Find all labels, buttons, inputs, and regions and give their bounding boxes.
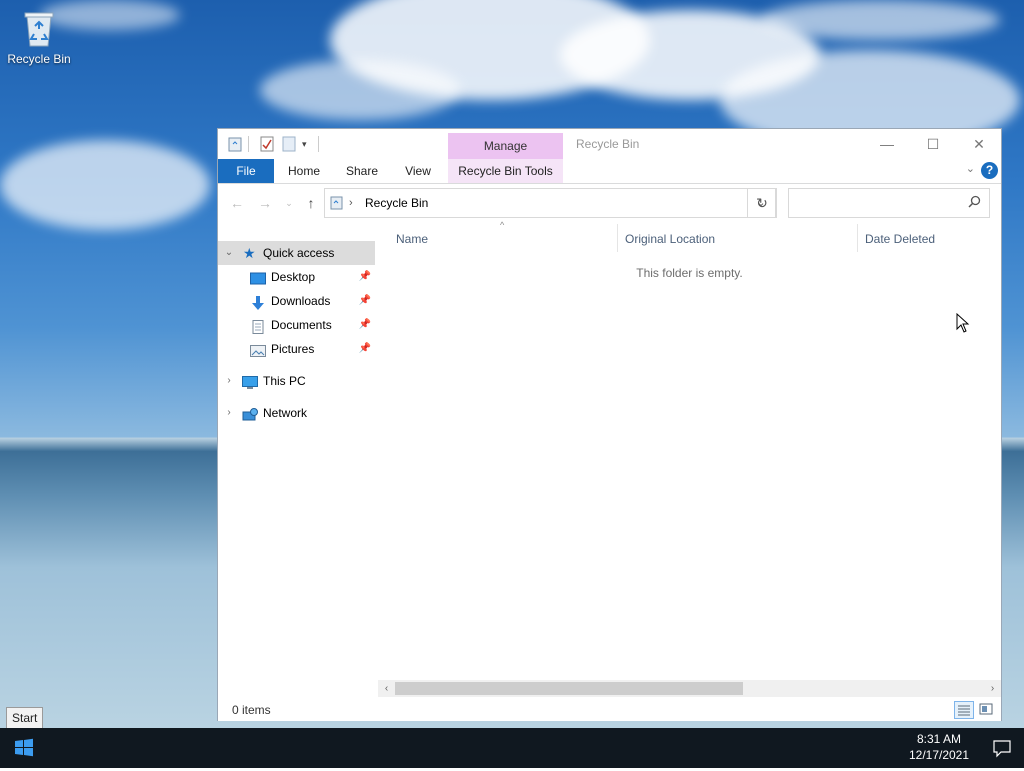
desktop-icon	[250, 270, 266, 285]
document-icon	[250, 318, 266, 334]
status-bar: 0 items	[218, 699, 1001, 721]
tab-home[interactable]: Home	[276, 159, 332, 183]
scroll-right-arrow-icon[interactable]: ›	[984, 680, 1001, 697]
nav-item-label: Documents	[271, 318, 332, 332]
empty-folder-message: This folder is empty.	[636, 266, 743, 280]
title-bar[interactable]: ▾ Manage Recycle Bin — ☐ ✕	[218, 129, 1001, 159]
recycle-bin-small-icon	[330, 196, 343, 213]
pictures-icon	[250, 342, 266, 357]
start-tooltip: Start	[6, 707, 44, 729]
large-icons-view-icon	[979, 703, 993, 715]
scroll-left-arrow-icon[interactable]: ‹	[378, 680, 395, 697]
column-divider[interactable]	[857, 224, 858, 252]
recycle-bin-icon	[22, 10, 56, 48]
desktop-icon-label: Recycle Bin	[7, 52, 71, 66]
properties-icon[interactable]	[260, 136, 274, 152]
breadcrumb-separator-icon[interactable]: ›	[349, 189, 353, 217]
download-arrow-icon	[250, 294, 266, 310]
maximize-button[interactable]: ☐	[910, 129, 956, 159]
windows-logo-icon	[15, 738, 33, 757]
nav-item-downloads[interactable]: Downloads 📌	[218, 289, 375, 313]
qat-customize-dropdown-icon[interactable]: ▾	[302, 136, 307, 152]
computer-icon	[242, 374, 258, 389]
action-center-icon	[993, 740, 1011, 758]
tab-share[interactable]: Share	[334, 159, 390, 183]
pin-icon[interactable]: 📌	[359, 265, 371, 289]
forward-button[interactable]: →	[256, 194, 274, 212]
star-icon: ★	[243, 245, 256, 261]
mouse-cursor-icon	[956, 312, 970, 336]
search-input[interactable]	[793, 193, 967, 215]
horizontal-scrollbar[interactable]: ‹ ›	[378, 680, 1001, 697]
nav-item-label: Network	[263, 406, 308, 420]
pin-icon[interactable]: 📌	[359, 289, 371, 313]
nav-item-label: Pictures	[271, 342, 315, 356]
clock-time: 8:31 AM	[916, 732, 962, 746]
new-folder-icon[interactable]	[282, 136, 296, 152]
refresh-button[interactable]: ↻	[747, 188, 777, 218]
taskbar: 8:31 AM 12/17/2021	[0, 728, 1024, 768]
help-icon[interactable]: ?	[981, 162, 998, 179]
notifications-button[interactable]	[980, 728, 1024, 768]
nav-item-label: Quick access	[263, 246, 335, 260]
start-button[interactable]	[0, 728, 48, 768]
chevron-down-icon[interactable]: ⌄	[222, 241, 236, 265]
tab-manage-context[interactable]: Manage	[448, 133, 563, 159]
desktop-icon-recycle-bin[interactable]: Recycle Bin	[6, 10, 72, 66]
nav-item-desktop[interactable]: Desktop 📌	[218, 265, 375, 289]
column-divider[interactable]	[617, 224, 618, 252]
nav-item-quick-access[interactable]: ⌄ ★ Quick access	[218, 241, 375, 265]
qat-divider	[318, 136, 319, 152]
tab-recycle-bin-tools[interactable]: Recycle Bin Tools	[448, 159, 563, 183]
pin-icon[interactable]: 📌	[359, 313, 371, 337]
nav-item-documents[interactable]: Documents 📌	[218, 313, 375, 337]
column-header-date-deleted[interactable]: Date Deleted	[865, 230, 995, 248]
window-title: Recycle Bin	[576, 137, 640, 151]
item-count: 0 items	[232, 703, 271, 717]
pin-icon[interactable]: 📌	[359, 337, 371, 361]
tab-view[interactable]: View	[390, 159, 446, 183]
file-list[interactable]: ^ Name Original Location Date Deleted Th…	[378, 220, 1001, 682]
address-bar[interactable]: › Recycle Bin ⌄	[324, 188, 776, 218]
details-view-icon	[958, 705, 970, 716]
recent-locations-icon[interactable]: ⌄	[280, 194, 298, 212]
recycle-bin-small-icon	[228, 136, 242, 152]
expand-ribbon-chevron-icon[interactable]: ⌄	[966, 162, 975, 175]
navigation-bar: ← → ⌄ ↑ › Recycle Bin ⌄ ↻	[218, 184, 1001, 222]
qat-divider	[248, 136, 249, 152]
nav-item-this-pc[interactable]: › This PC	[218, 369, 375, 393]
tab-file[interactable]: File	[218, 159, 274, 183]
close-button[interactable]: ✕	[956, 129, 1002, 159]
large-icons-view-button[interactable]	[977, 701, 997, 719]
search-box[interactable]	[788, 188, 990, 218]
nav-item-label: Desktop	[271, 270, 316, 284]
sort-ascending-icon: ^	[500, 220, 505, 230]
ribbon-tabs: File Home Share View Recycle Bin Tools ⌄…	[218, 159, 1001, 184]
nav-item-label: This PC	[263, 374, 306, 388]
breadcrumb-recycle-bin[interactable]: Recycle Bin	[365, 189, 428, 217]
nav-item-network[interactable]: › Network	[218, 401, 375, 425]
clock-date: 12/17/2021	[908, 748, 970, 762]
chevron-right-icon[interactable]: ›	[222, 401, 236, 425]
nav-item-pictures[interactable]: Pictures 📌	[218, 337, 375, 361]
chevron-right-icon[interactable]: ›	[222, 369, 236, 393]
minimize-button[interactable]: —	[864, 129, 910, 159]
scrollbar-thumb[interactable]	[395, 682, 743, 695]
system-clock[interactable]: 8:31 AM 12/17/2021	[896, 731, 982, 763]
back-button[interactable]: ←	[228, 194, 246, 212]
column-header-original-location[interactable]: Original Location	[625, 230, 855, 248]
nav-item-label: Downloads	[271, 294, 331, 308]
column-header-name[interactable]: Name	[396, 230, 616, 248]
up-button[interactable]: ↑	[302, 194, 320, 212]
file-explorer-window: ▾ Manage Recycle Bin — ☐ ✕ File Home Sha…	[217, 128, 1002, 721]
network-icon	[242, 406, 258, 421]
search-icon[interactable]	[968, 195, 981, 211]
details-view-button[interactable]	[954, 701, 974, 719]
navigation-pane: ⌄ ★ Quick access Desktop 📌 Downloads 📌 D…	[218, 239, 375, 699]
